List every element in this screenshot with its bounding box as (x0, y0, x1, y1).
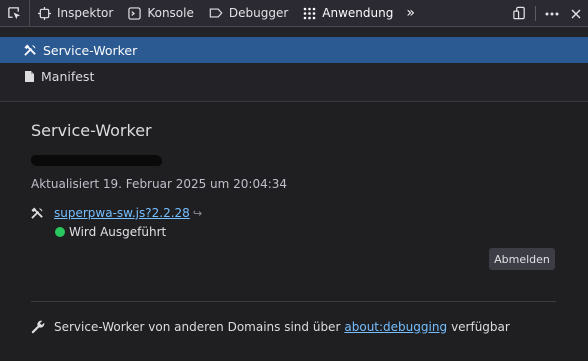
sidebar-item-label: Service-Worker (43, 42, 138, 58)
sidebar-item-service-worker[interactable]: Service-Worker (0, 37, 588, 63)
footer-text-prefix: Service-Worker von anderen Domains sind … (54, 319, 341, 334)
redacted-scope-url (31, 155, 162, 166)
double-chevron-right-icon: » (406, 5, 415, 21)
tools-icon (24, 43, 36, 56)
last-updated-text: Aktualisiert 19. Februar 2025 um 20:04:3… (31, 177, 288, 191)
element-picker-icon (8, 6, 21, 19)
status-running-icon (55, 227, 65, 237)
toolbar-right-controls (507, 0, 588, 27)
section-divider (31, 301, 556, 302)
tab-label: Konsole (147, 6, 194, 20)
worker-source-row: superpwa-sw.js?2.2.28 ↪ (31, 206, 202, 220)
worker-source-link[interactable]: superpwa-sw.js?2.2.28 (54, 206, 190, 220)
debugger-icon (209, 8, 223, 18)
more-options-icon (545, 12, 559, 15)
application-sidebar: Service-Worker Manifest (0, 37, 588, 89)
close-devtools-button[interactable] (564, 0, 588, 27)
sidebar-item-label: Manifest (41, 68, 95, 84)
tab-anwendung[interactable]: Anwendung (295, 0, 400, 27)
element-picker-button[interactable] (0, 0, 30, 27)
service-worker-panel: Service-Worker Aktualisiert 19. Februar … (0, 102, 588, 361)
tab-inspektor[interactable]: Inspektor (30, 0, 120, 27)
wrench-icon (31, 320, 45, 334)
open-in-debugger-icon[interactable]: ↪ (193, 207, 202, 220)
about-debugging-link[interactable]: about:debugging (344, 320, 447, 334)
application-icon (303, 7, 316, 19)
tabs-overflow-button[interactable]: » (400, 0, 421, 27)
file-icon (25, 70, 34, 82)
console-icon (128, 6, 142, 20)
responsive-design-icon (512, 6, 525, 20)
sidebar-item-manifest[interactable]: Manifest (0, 63, 588, 89)
tab-debugger[interactable]: Debugger (201, 0, 295, 27)
tab-konsole[interactable]: Konsole (120, 0, 201, 27)
footer-text-suffix: verfügbar (451, 319, 510, 334)
page-title: Service-Worker (31, 121, 152, 140)
footer-note: Service-Worker von anderen Domains sind … (31, 319, 510, 334)
close-icon (571, 9, 581, 18)
status-text: Wird Ausgeführt (69, 225, 167, 239)
unregister-button[interactable]: Abmelden (489, 248, 555, 270)
responsive-design-button[interactable] (507, 0, 531, 27)
tools-icon (31, 206, 43, 219)
tab-label: Anwendung (322, 6, 394, 20)
devtools-toolbar: Inspektor Konsole Debugger Anwendung » (0, 0, 588, 27)
tab-label: Debugger (228, 6, 289, 20)
more-options-button[interactable] (540, 0, 564, 27)
worker-status: Wird Ausgeführt (55, 225, 166, 239)
tab-label: Inspektor (57, 6, 114, 20)
inspector-icon (38, 6, 51, 20)
toolbar-divider (535, 6, 536, 21)
